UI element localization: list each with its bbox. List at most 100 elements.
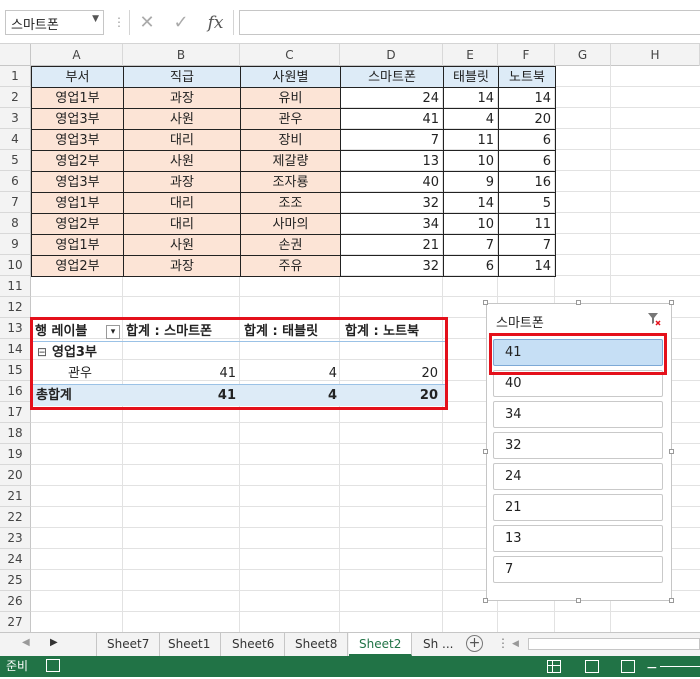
row-header-12[interactable]: 12	[0, 297, 31, 318]
row-header-26[interactable]: 26	[0, 591, 31, 612]
slicer-item[interactable]: 34	[493, 401, 663, 428]
cell-rank[interactable]: 대리	[123, 192, 241, 214]
cell-notebook[interactable]: 5	[498, 192, 556, 214]
header-cell-rank[interactable]: 직급	[123, 66, 241, 88]
horizontal-scrollbar[interactable]	[528, 638, 700, 650]
cell-smartphone[interactable]: 40	[340, 171, 444, 193]
page-break-icon[interactable]	[621, 660, 635, 673]
cell-tablet[interactable]: 10	[443, 213, 499, 235]
column-header-a[interactable]: A	[31, 44, 123, 66]
row-header-5[interactable]: 5	[0, 150, 31, 171]
header-cell-tablet[interactable]: 태블릿	[443, 66, 499, 88]
cell-tablet[interactable]: 14	[443, 192, 499, 214]
resize-handle[interactable]	[483, 449, 488, 454]
header-cell-employee[interactable]: 사원별	[240, 66, 341, 88]
select-all-corner[interactable]	[0, 44, 31, 66]
cell-smartphone[interactable]: 21	[340, 234, 444, 256]
cell-rank[interactable]: 사원	[123, 150, 241, 172]
slicer-item[interactable]: 21	[493, 494, 663, 521]
cell-tablet[interactable]: 6	[443, 255, 499, 277]
cell-employee[interactable]: 관우	[240, 108, 341, 130]
cell-smartphone[interactable]: 34	[340, 213, 444, 235]
cell-employee[interactable]: 조자룡	[240, 171, 341, 193]
resize-handle[interactable]	[669, 300, 674, 305]
cell-notebook[interactable]: 14	[498, 255, 556, 277]
cell-employee[interactable]: 손권	[240, 234, 341, 256]
cell-employee[interactable]: 장비	[240, 129, 341, 151]
cell-tablet[interactable]: 7	[443, 234, 499, 256]
cell-rank[interactable]: 사원	[123, 234, 241, 256]
slicer-item[interactable]: 7	[493, 556, 663, 583]
row-header-21[interactable]: 21	[0, 486, 31, 507]
scroll-left-icon[interactable]: ◀	[22, 637, 30, 648]
header-cell-notebook[interactable]: 노트북	[498, 66, 556, 88]
cell-dept[interactable]: 영업1부	[31, 192, 124, 214]
page-layout-icon[interactable]	[585, 660, 599, 673]
resize-handle[interactable]	[576, 300, 581, 305]
cell-tablet[interactable]: 9	[443, 171, 499, 193]
cell-rank[interactable]: 사원	[123, 108, 241, 130]
cell-dept[interactable]: 영업1부	[31, 87, 124, 109]
row-header-23[interactable]: 23	[0, 528, 31, 549]
cell-tablet[interactable]: 10	[443, 150, 499, 172]
row-header-24[interactable]: 24	[0, 549, 31, 570]
zoom-slider[interactable]	[660, 666, 700, 667]
row-header-9[interactable]: 9	[0, 234, 31, 255]
resize-handle[interactable]	[483, 598, 488, 603]
slicer-item[interactable]: 24	[493, 463, 663, 490]
row-header-8[interactable]: 8	[0, 213, 31, 234]
tab-more[interactable]: Sh ...	[413, 633, 463, 656]
cell-notebook[interactable]: 14	[498, 87, 556, 109]
chevron-down-icon[interactable]: ▼	[92, 14, 99, 24]
row-header-13[interactable]: 13	[0, 318, 31, 339]
cell-tablet[interactable]: 11	[443, 129, 499, 151]
cell-smartphone[interactable]: 13	[340, 150, 444, 172]
column-header-c[interactable]: C	[240, 44, 340, 66]
resize-handle[interactable]	[669, 449, 674, 454]
slicer-item[interactable]: 13	[493, 525, 663, 552]
tab-sheet2[interactable]: Sheet2	[349, 633, 413, 656]
cell-smartphone[interactable]: 32	[340, 192, 444, 214]
row-header-25[interactable]: 25	[0, 570, 31, 591]
more-icon[interactable]: ⋮	[113, 15, 125, 29]
slicer-item[interactable]: 32	[493, 432, 663, 459]
hscroll-left-icon[interactable]: ◀	[512, 639, 519, 649]
insert-function-icon[interactable]: fx	[208, 13, 224, 33]
cell-notebook[interactable]: 6	[498, 129, 556, 151]
cell-rank[interactable]: 대리	[123, 213, 241, 235]
cell-employee[interactable]: 유비	[240, 87, 341, 109]
cell-notebook[interactable]: 6	[498, 150, 556, 172]
cell-notebook[interactable]: 7	[498, 234, 556, 256]
cell-tablet[interactable]: 4	[443, 108, 499, 130]
tab-sheet6[interactable]: Sheet6	[222, 633, 286, 656]
cell-rank[interactable]: 과장	[123, 255, 241, 277]
cell-employee[interactable]: 사마의	[240, 213, 341, 235]
cancel-icon[interactable]: ✕	[139, 12, 154, 33]
cell-rank[interactable]: 대리	[123, 129, 241, 151]
row-header-3[interactable]: 3	[0, 108, 31, 129]
zoom-out-icon[interactable]: −	[646, 658, 658, 679]
tab-sheet8[interactable]: Sheet8	[285, 633, 349, 656]
cell-dept[interactable]: 영업3부	[31, 129, 124, 151]
header-cell-smartphone[interactable]: 스마트폰	[340, 66, 444, 88]
header-cell-dept[interactable]: 부서	[31, 66, 124, 88]
row-header-2[interactable]: 2	[0, 87, 31, 108]
scroll-right-icon[interactable]: ▶	[50, 637, 58, 648]
cell-notebook[interactable]: 16	[498, 171, 556, 193]
row-header-16[interactable]: 16	[0, 381, 31, 402]
cell-notebook[interactable]: 11	[498, 213, 556, 235]
add-sheet-icon[interactable]: +	[466, 635, 483, 652]
row-header-4[interactable]: 4	[0, 129, 31, 150]
row-header-7[interactable]: 7	[0, 192, 31, 213]
cell-notebook[interactable]: 20	[498, 108, 556, 130]
row-header-14[interactable]: 14	[0, 339, 31, 360]
cell-employee[interactable]: 주유	[240, 255, 341, 277]
tab-sheet1[interactable]: Sheet1	[158, 633, 222, 656]
row-header-17[interactable]: 17	[0, 402, 31, 423]
row-header-20[interactable]: 20	[0, 465, 31, 486]
row-header-11[interactable]: 11	[0, 276, 31, 297]
cell-rank[interactable]: 과장	[123, 87, 241, 109]
column-header-f[interactable]: F	[498, 44, 555, 66]
cell-smartphone[interactable]: 7	[340, 129, 444, 151]
resize-handle[interactable]	[576, 598, 581, 603]
